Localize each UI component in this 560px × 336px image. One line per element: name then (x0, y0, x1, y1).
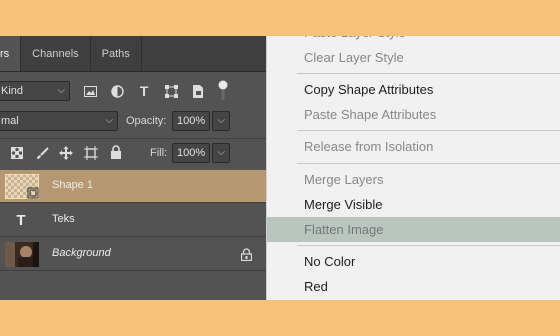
fill-value: 100% (177, 147, 206, 159)
menu-separator (297, 163, 560, 164)
fill-input[interactable]: 100% (172, 143, 210, 163)
tab-layers[interactable]: rs (0, 36, 22, 71)
layer-name: Shape 1 (52, 179, 93, 191)
lock-icon (238, 246, 254, 262)
layer-row-background[interactable]: Background (0, 238, 266, 271)
shape-filter-icon[interactable] (163, 83, 179, 99)
layer-name: Teks (52, 213, 75, 225)
filter-kind-select[interactable]: Kind ⌵ (0, 81, 70, 101)
lock-artboard-icon[interactable] (83, 145, 99, 161)
blend-mode-select[interactable]: mal ⌵ (0, 111, 118, 131)
tab-paths[interactable]: Paths (91, 36, 142, 71)
menu-item-flatten-image[interactable]: Flatten Image (267, 217, 560, 242)
chevron-down-icon: ⌵ (105, 115, 113, 126)
layer-thumbnail (5, 242, 39, 267)
type-layer-icon: T (16, 211, 26, 229)
blend-mode-value: mal (1, 115, 19, 127)
opacity-dropdown-button[interactable]: ⌵ (212, 111, 230, 131)
menu-item-red[interactable]: Red (267, 274, 560, 299)
menu-separator (297, 130, 560, 131)
layer-name: Background (52, 247, 111, 259)
menu-separator (297, 73, 560, 74)
filter-kind-value: Kind (1, 85, 24, 97)
layer-row-teks[interactable]: T Teks (0, 204, 266, 237)
menu-item-merge-visible[interactable]: Merge Visible (267, 192, 560, 217)
menu-item-paste-shape-attributes[interactable]: Paste Shape Attributes (267, 102, 560, 127)
opacity-label: Opacity: (126, 115, 167, 127)
menu-item-release-from-isolation[interactable]: Release from Isolation (267, 134, 560, 159)
menu-item-merge-layers[interactable]: Merge Layers (267, 167, 560, 192)
menu-item-no-color[interactable]: No Color (267, 249, 560, 274)
chevron-down-icon: ⌵ (217, 147, 225, 158)
menu-item-copy-shape-attributes[interactable]: Copy Shape Attributes (267, 77, 560, 102)
type-filter-icon[interactable]: T (136, 83, 152, 99)
layer-row-shape-1[interactable]: Shape 1 (0, 170, 266, 203)
app-frame: rs Channels Paths Kind ⌵ T mal ⌵ Opacity… (0, 36, 560, 300)
context-menu: Paste Layer Style Clear Layer Style Copy… (266, 36, 560, 300)
lock-all-icon[interactable] (108, 144, 124, 160)
adjustment-filter-icon[interactable] (109, 83, 125, 99)
tab-channels[interactable]: Channels (21, 36, 91, 71)
chevron-down-icon: ⌵ (217, 115, 225, 126)
smart-object-filter-icon[interactable] (190, 83, 206, 99)
image-filter-icon[interactable] (82, 83, 98, 99)
panel-divider (0, 138, 266, 139)
lock-transparency-icon[interactable] (9, 145, 25, 161)
fill-label: Fill: (150, 147, 168, 159)
lock-brush-icon[interactable] (34, 145, 50, 161)
menu-separator (297, 245, 560, 246)
layer-thumbnail (4, 173, 40, 200)
panel-tab-bar: rs Channels Paths (0, 36, 266, 72)
filter-toggle-icon[interactable] (217, 79, 229, 101)
opacity-value: 100% (177, 115, 206, 127)
menu-item-clear-layer-style[interactable]: Clear Layer Style (267, 45, 560, 70)
layers-panel: rs Channels Paths Kind ⌵ T mal ⌵ Opacity… (0, 36, 266, 300)
chevron-down-icon: ⌵ (57, 85, 65, 96)
lock-move-icon[interactable] (58, 145, 74, 161)
fill-dropdown-button[interactable]: ⌵ (212, 143, 230, 163)
opacity-input[interactable]: 100% (172, 111, 210, 131)
menu-item-paste-layer-style[interactable]: Paste Layer Style (267, 36, 560, 45)
